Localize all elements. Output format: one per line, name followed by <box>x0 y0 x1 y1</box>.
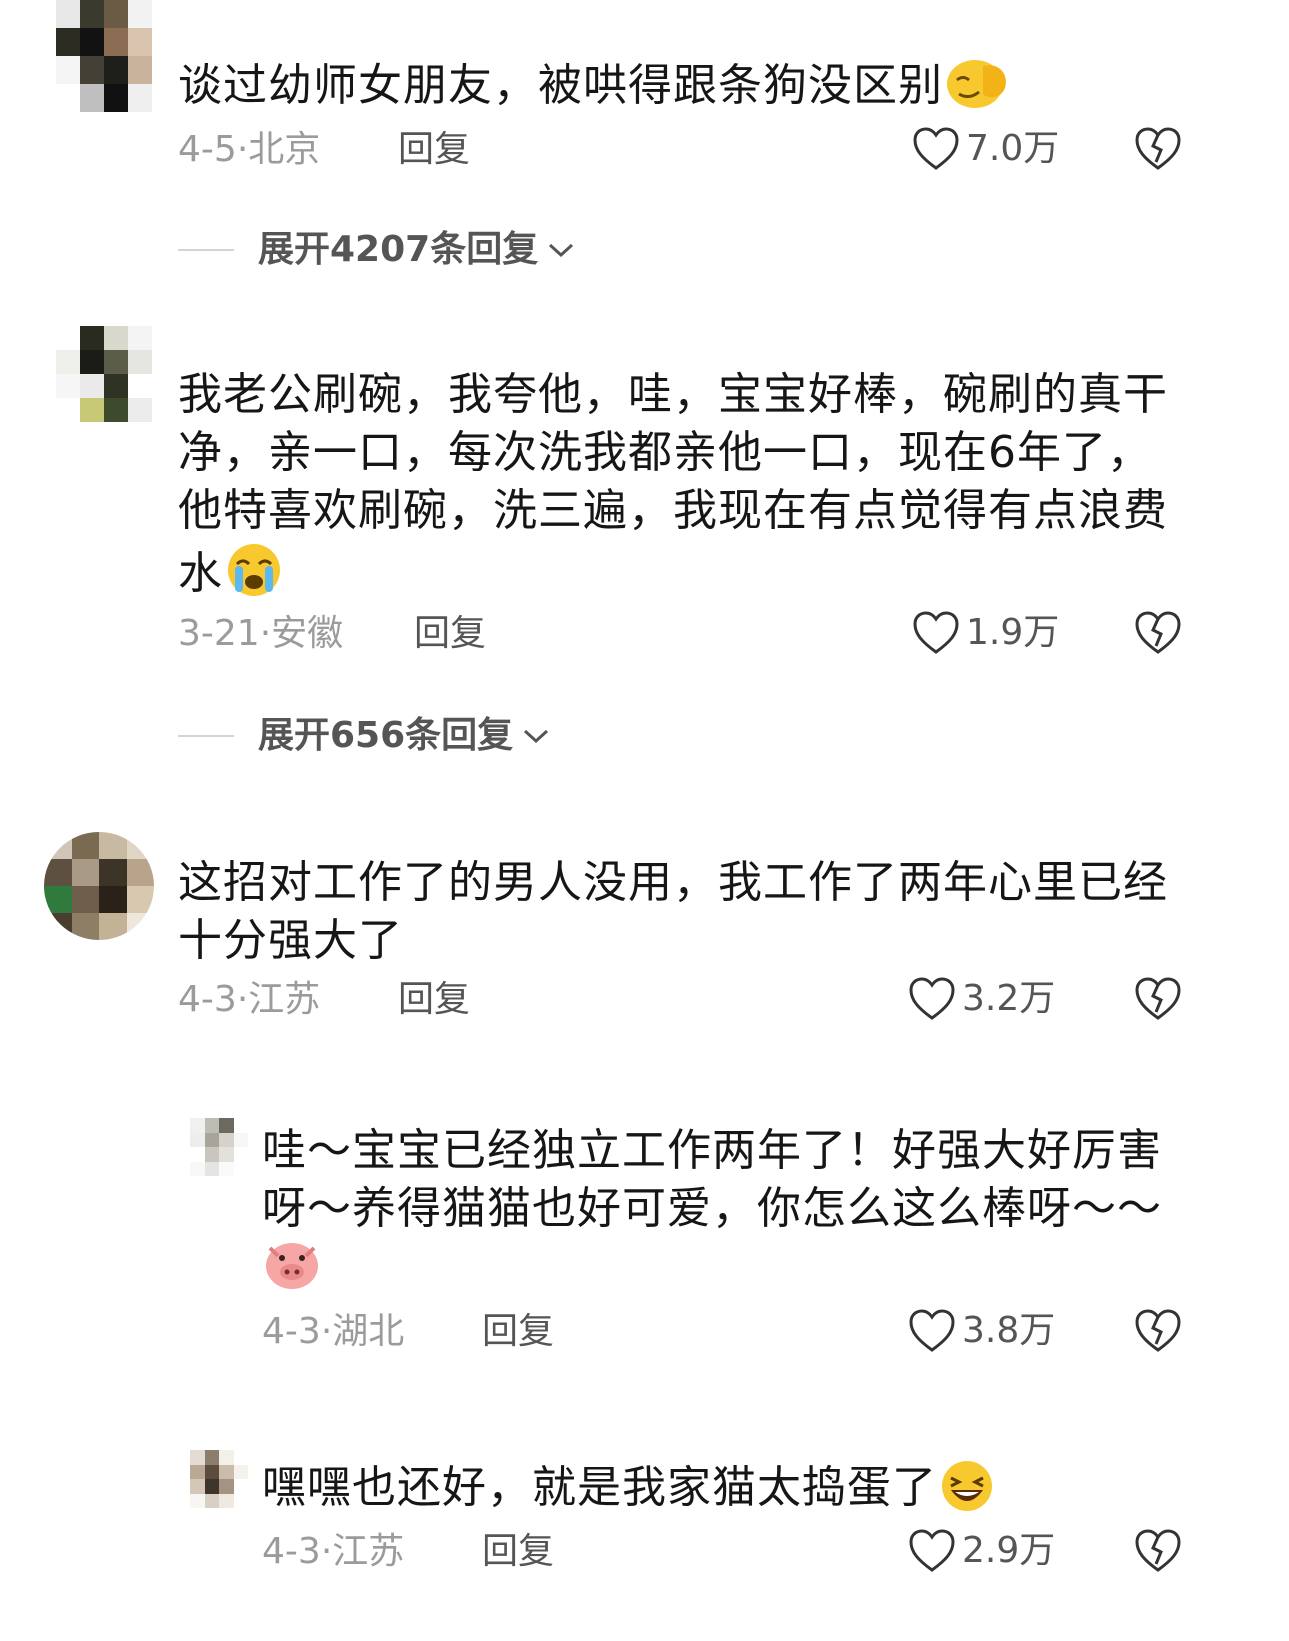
comment-date: 3-21 <box>178 613 260 654</box>
like-button[interactable]: 3.2万 <box>908 976 1055 1022</box>
comment-location: 安徽 <box>271 613 344 654</box>
comment-meta: 3-21 · 安徽 <box>178 613 344 654</box>
comment-meta: 4-5 · 北京 <box>178 129 321 170</box>
reply-item: 嘿嘿也还好，就是我家猫太捣蛋了 4-3 · 江苏 回复 2.9万 <box>0 1450 1289 1641</box>
comment-meta: 4-3 · 江苏 <box>178 979 321 1020</box>
comment-date: 4-5 <box>178 129 237 170</box>
reply-button[interactable]: 回复 <box>414 612 486 656</box>
reply-date: 4-3 <box>262 1531 321 1572</box>
grinning-face-emoji <box>937 1458 997 1527</box>
broken-heart-icon <box>1135 611 1181 654</box>
like-count: 1.9万 <box>966 612 1060 653</box>
like-count: 2.9万 <box>962 1530 1056 1571</box>
dislike-button[interactable] <box>1134 1308 1182 1354</box>
avatar[interactable] <box>190 1450 248 1508</box>
comment-item: 我老公刷碗，我夸他，哇，宝宝好棒，碗刷的真干净，亲一口，每次洗我都亲他一口，现在… <box>0 320 1289 780</box>
comment-item: 这招对工作了的男人没用，我工作了两年心里已经十分强大了 4-3 · 江苏 回复 3.… <box>0 832 1289 1072</box>
avatar[interactable] <box>190 1118 248 1176</box>
reply-button[interactable]: 回复 <box>398 128 470 172</box>
divider-line <box>178 735 234 737</box>
dislike-button[interactable] <box>1134 610 1182 656</box>
chevron-down-icon <box>549 243 574 258</box>
reply-button[interactable]: 回复 <box>482 1310 554 1354</box>
heart-outline-icon <box>913 127 959 170</box>
comment-text: 这招对工作了的男人没用，我工作了两年心里已经十分强大了 <box>178 857 1168 966</box>
heart-outline-icon <box>913 611 959 654</box>
expand-replies-button[interactable]: 展开656条回复 <box>178 714 551 758</box>
like-button[interactable]: 2.9万 <box>908 1528 1055 1574</box>
like-button[interactable]: 1.9万 <box>912 610 1059 656</box>
like-button[interactable]: 7.0万 <box>912 126 1059 172</box>
reply-button[interactable]: 回复 <box>482 1530 554 1574</box>
heart-outline-icon <box>909 1529 955 1572</box>
like-count: 3.2万 <box>962 978 1056 1019</box>
dislike-button[interactable] <box>1134 1528 1182 1574</box>
like-count: 3.8万 <box>962 1310 1056 1351</box>
smug-face-emoji <box>943 54 1013 125</box>
reply-button[interactable]: 回复 <box>398 978 470 1022</box>
reply-date: 4-3 <box>262 1311 321 1352</box>
heart-outline-icon <box>909 1309 955 1352</box>
broken-heart-icon <box>1135 1309 1181 1352</box>
reply-location: 江苏 <box>332 1531 405 1572</box>
comment-list: 谈过幼师女朋友，被哄得跟条狗没区别 4-5 · 北京 回复 7.0万 展开4207条… <box>0 0 1289 1641</box>
comment-location: 北京 <box>248 129 321 170</box>
chevron-down-icon <box>524 729 549 744</box>
reply-meta: 4-3 · 湖北 <box>262 1311 405 1352</box>
broken-heart-icon <box>1135 977 1181 1020</box>
heart-outline-icon <box>909 977 955 1020</box>
divider-line <box>178 249 234 251</box>
reply-location: 湖北 <box>332 1311 405 1352</box>
comment-text: 我老公刷碗，我夸他，哇，宝宝好棒，碗刷的真干净，亲一口，每次洗我都亲他一口，现在… <box>178 366 1178 613</box>
reply-meta: 4-3 · 江苏 <box>262 1531 405 1572</box>
crying-face-emoji <box>223 540 285 613</box>
avatar[interactable] <box>56 0 152 112</box>
dislike-button[interactable] <box>1134 126 1182 172</box>
comment-text: 谈过幼师女朋友，被哄得跟条狗没区别 <box>178 54 1178 125</box>
reply-item: 哇～宝宝已经独立工作两年了！好强大好厉害呀～养得猫猫也好可爱，你怎么这么棒呀～～… <box>0 1118 1289 1378</box>
comment-date: 4-3 <box>178 979 237 1020</box>
reply-text: 嘿嘿也还好，就是我家猫太捣蛋了 <box>262 1458 1176 1527</box>
expand-replies-button[interactable]: 展开4207条回复 <box>178 228 576 272</box>
comment-item: 谈过幼师女朋友，被哄得跟条狗没区别 4-5 · 北京 回复 7.0万 展开4207条… <box>0 0 1289 290</box>
avatar[interactable] <box>56 326 152 422</box>
reply-text: 哇～宝宝已经独立工作两年了！好强大好厉害呀～养得猫猫也好可爱，你怎么这么棒呀～～ <box>262 1122 1176 1307</box>
comment-location: 江苏 <box>248 979 321 1020</box>
broken-heart-icon <box>1135 1529 1181 1572</box>
broken-heart-icon <box>1135 127 1181 170</box>
pig-face-emoji <box>262 1238 322 1307</box>
avatar[interactable] <box>44 832 154 940</box>
like-button[interactable]: 3.8万 <box>908 1308 1055 1354</box>
dislike-button[interactable] <box>1134 976 1182 1022</box>
like-count: 7.0万 <box>966 128 1060 169</box>
